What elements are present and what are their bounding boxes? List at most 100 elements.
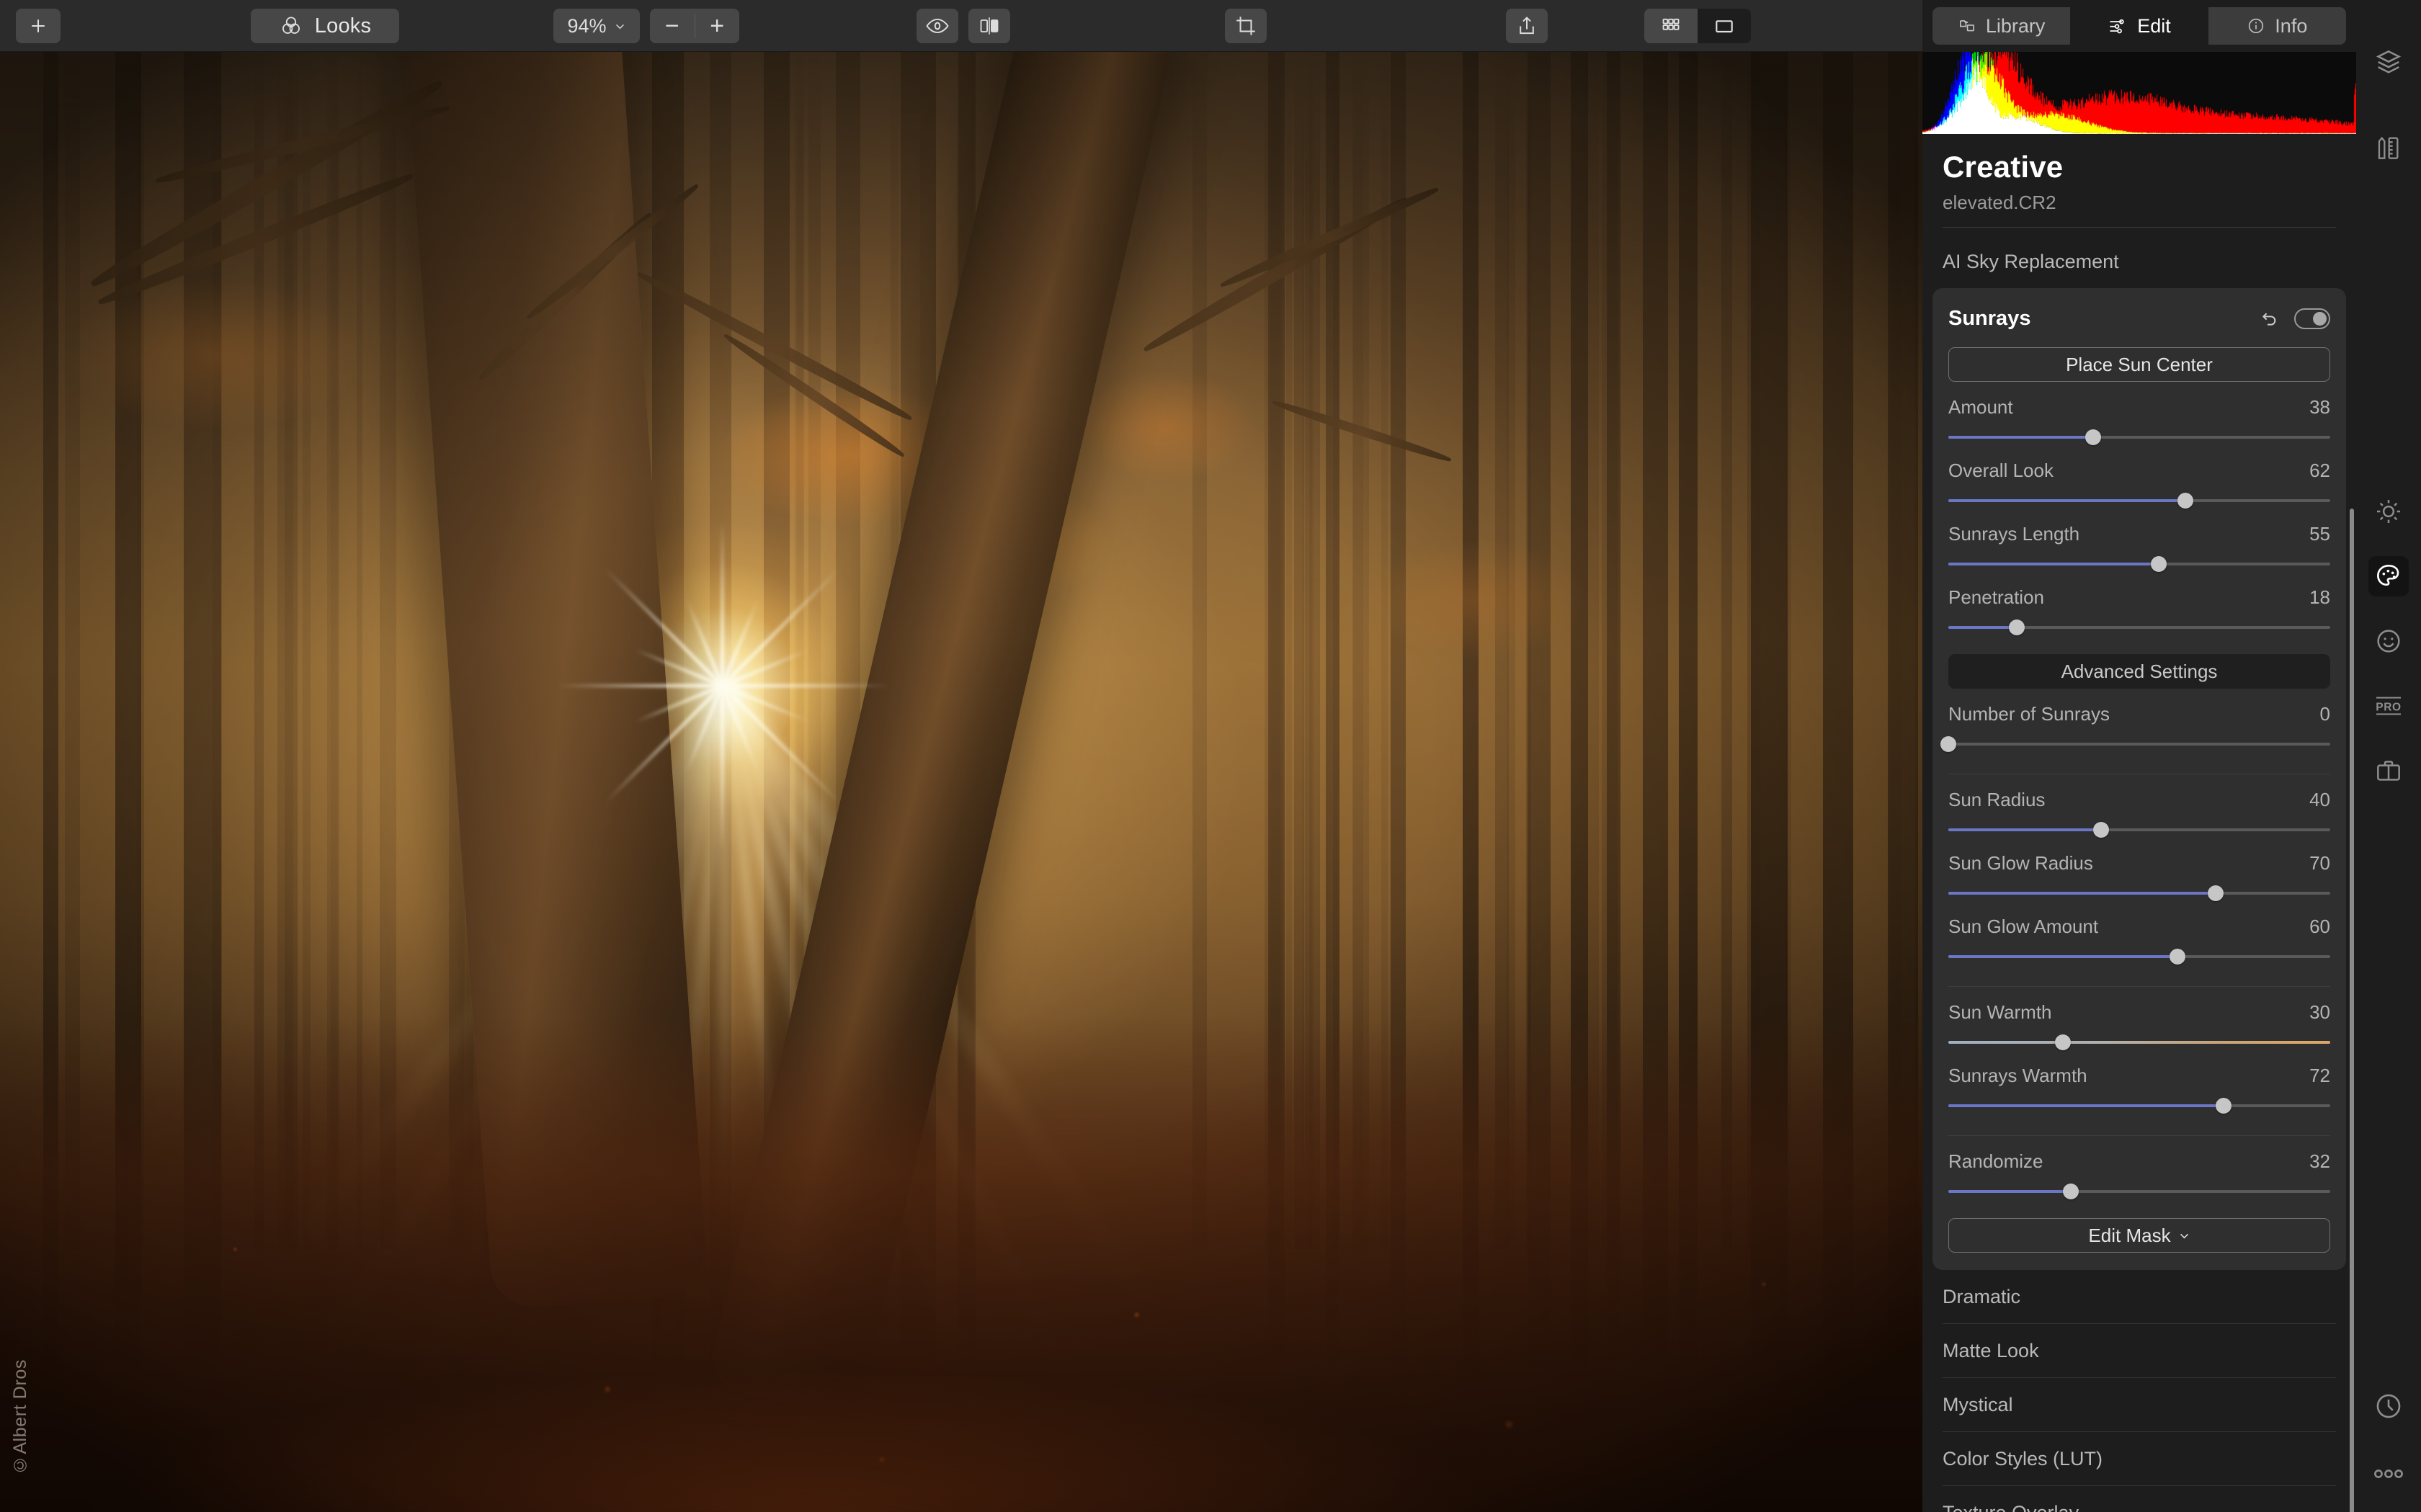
slider-track[interactable] bbox=[1948, 429, 2330, 445]
rail-item-professional[interactable]: PRO bbox=[2368, 686, 2409, 726]
photo-vignette bbox=[0, 52, 1960, 1512]
histogram[interactable] bbox=[1922, 52, 2356, 134]
add-button[interactable] bbox=[16, 9, 61, 43]
right-panel: Library Edit Info Creative elevated.CR2 bbox=[1922, 0, 2356, 1512]
slider-randomize: Randomize 32 bbox=[1948, 1150, 2330, 1199]
sunrays-title: Sunrays bbox=[1948, 306, 2031, 330]
slider-header: Sun Radius 40 bbox=[1948, 789, 2330, 811]
slider-track[interactable] bbox=[1948, 493, 2330, 509]
section-mystical[interactable]: Mystical bbox=[1922, 1378, 2356, 1431]
slider-header: Randomize 32 bbox=[1948, 1150, 2330, 1173]
slider-track[interactable] bbox=[1948, 822, 2330, 838]
slider-value: 40 bbox=[2309, 789, 2330, 810]
section-color-styles-lut-[interactable]: Color Styles (LUT) bbox=[1922, 1432, 2356, 1485]
slider-track[interactable] bbox=[1948, 1098, 2330, 1114]
divider bbox=[1948, 986, 2330, 987]
image-canvas[interactable]: ©Albert Dros bbox=[0, 52, 1960, 1512]
slider-header: Sun Warmth 30 bbox=[1948, 1001, 2330, 1024]
rail-item-presets[interactable] bbox=[2368, 751, 2409, 791]
slider-track[interactable] bbox=[1948, 1184, 2330, 1199]
slider-thumb[interactable] bbox=[2208, 885, 2224, 901]
slider-track[interactable] bbox=[1948, 885, 2330, 901]
slider-label: Sun Warmth bbox=[1948, 1001, 2052, 1023]
slider-thumb[interactable] bbox=[1940, 736, 1956, 752]
slider-thumb[interactable] bbox=[2085, 429, 2102, 445]
slider-thumb[interactable] bbox=[2055, 1034, 2071, 1050]
tab-edit[interactable]: Edit bbox=[2070, 7, 2208, 45]
rail-item-tools[interactable] bbox=[2368, 128, 2409, 169]
plus-icon bbox=[32, 19, 45, 32]
single-view-button[interactable] bbox=[1698, 9, 1751, 43]
place-sun-center-button[interactable]: Place Sun Center bbox=[1948, 347, 2330, 382]
slider-fill bbox=[1948, 436, 2094, 439]
section-label: Dramatic bbox=[1943, 1285, 2021, 1307]
slider-value: 60 bbox=[2309, 916, 2330, 937]
slider-sun-radius: Sun Radius 40 bbox=[1948, 789, 2330, 838]
slider-label: Randomize bbox=[1948, 1150, 2043, 1172]
slider-track[interactable] bbox=[1948, 1034, 2330, 1050]
more-icon bbox=[2374, 1469, 2403, 1478]
slider-label: Sun Radius bbox=[1948, 789, 2046, 810]
section-label: Texture Overlay bbox=[1943, 1502, 2079, 1512]
slider-track[interactable] bbox=[1940, 736, 2330, 752]
pro-icon: PRO bbox=[2376, 697, 2401, 715]
smiley-icon bbox=[2377, 630, 2400, 653]
slider-thumb[interactable] bbox=[2215, 1098, 2231, 1114]
crop-button[interactable] bbox=[1225, 9, 1267, 43]
slider-value: 55 bbox=[2309, 523, 2330, 545]
section-dramatic[interactable]: Dramatic bbox=[1922, 1270, 2356, 1323]
slider-value: 0 bbox=[2319, 703, 2330, 725]
slider-track[interactable] bbox=[1948, 949, 2330, 965]
rail-item-layers[interactable] bbox=[2368, 42, 2409, 82]
slider-track[interactable] bbox=[1948, 619, 2330, 635]
info-icon bbox=[2249, 18, 2264, 34]
slider-amount: Amount 38 bbox=[1948, 396, 2330, 445]
section-label: Matte Look bbox=[1943, 1339, 2039, 1361]
rail-item-creative[interactable] bbox=[2368, 556, 2409, 596]
zoom-level-dropdown[interactable]: 94% bbox=[553, 9, 640, 43]
rail-item-essentials[interactable] bbox=[2368, 491, 2409, 532]
sunrays-enable-toggle[interactable] bbox=[2294, 308, 2330, 329]
tab-library[interactable]: Library bbox=[1932, 7, 2070, 45]
before-after-icon bbox=[980, 17, 999, 35]
zoom-out-button[interactable]: − bbox=[650, 9, 695, 43]
slider-thumb[interactable] bbox=[2062, 1184, 2079, 1199]
rail-item-portrait[interactable] bbox=[2368, 621, 2409, 661]
slider-fill bbox=[1948, 626, 2018, 629]
preview-toggle-button[interactable] bbox=[917, 9, 958, 43]
compare-button[interactable] bbox=[968, 9, 1010, 43]
slider-header: Sunrays Length 55 bbox=[1948, 523, 2330, 545]
rail-item-more[interactable] bbox=[2368, 1454, 2409, 1494]
reset-button[interactable] bbox=[2255, 304, 2284, 333]
slider-thumb[interactable] bbox=[2009, 619, 2025, 635]
slider-number-of-sunrays: Number of Sunrays 0 bbox=[1940, 703, 2330, 752]
chevron-down-icon bbox=[2180, 1233, 2188, 1238]
tab-info[interactable]: Info bbox=[2208, 7, 2346, 45]
sunrays-panel: Sunrays Place Sun Center Amount 38 Overall… bbox=[1932, 288, 2346, 1270]
section-ai-sky-replacement[interactable]: AI Sky Replacement bbox=[1922, 235, 2356, 288]
slider-thumb[interactable] bbox=[2093, 822, 2109, 838]
zoom-in-button[interactable]: + bbox=[695, 9, 739, 43]
rail-item-history[interactable] bbox=[2368, 1386, 2409, 1426]
slider-thumb[interactable] bbox=[2177, 493, 2193, 509]
slider-fill bbox=[1948, 1190, 2071, 1193]
tools-icon bbox=[2378, 136, 2399, 159]
grid-view-button[interactable] bbox=[1644, 9, 1698, 43]
divider bbox=[1943, 227, 2336, 228]
slider-thumb[interactable] bbox=[2170, 949, 2185, 965]
tab-edit-label: Edit bbox=[2137, 14, 2171, 37]
panel-scrollbar[interactable] bbox=[2350, 509, 2354, 1512]
section-matte-look[interactable]: Matte Look bbox=[1922, 1324, 2356, 1377]
looks-button[interactable]: Looks bbox=[251, 9, 399, 43]
slider-thumb[interactable] bbox=[2150, 556, 2167, 572]
slider-value: 72 bbox=[2309, 1065, 2330, 1086]
chevron-down-icon bbox=[615, 24, 624, 29]
section-texture-overlay[interactable]: Texture Overlay bbox=[1922, 1486, 2356, 1512]
slider-penetration: Penetration 18 bbox=[1948, 586, 2330, 635]
advanced-settings-button[interactable]: Advanced Settings bbox=[1948, 654, 2330, 689]
slider-track[interactable] bbox=[1948, 556, 2330, 572]
share-button[interactable] bbox=[1506, 9, 1548, 43]
edit-mask-button[interactable]: Edit Mask bbox=[1948, 1218, 2330, 1253]
slider-label: Sunrays Length bbox=[1948, 523, 2080, 545]
adjustments-scroll-area[interactable]: AI Sky Replacement Sunrays Place Sun Cen… bbox=[1922, 235, 2356, 1512]
